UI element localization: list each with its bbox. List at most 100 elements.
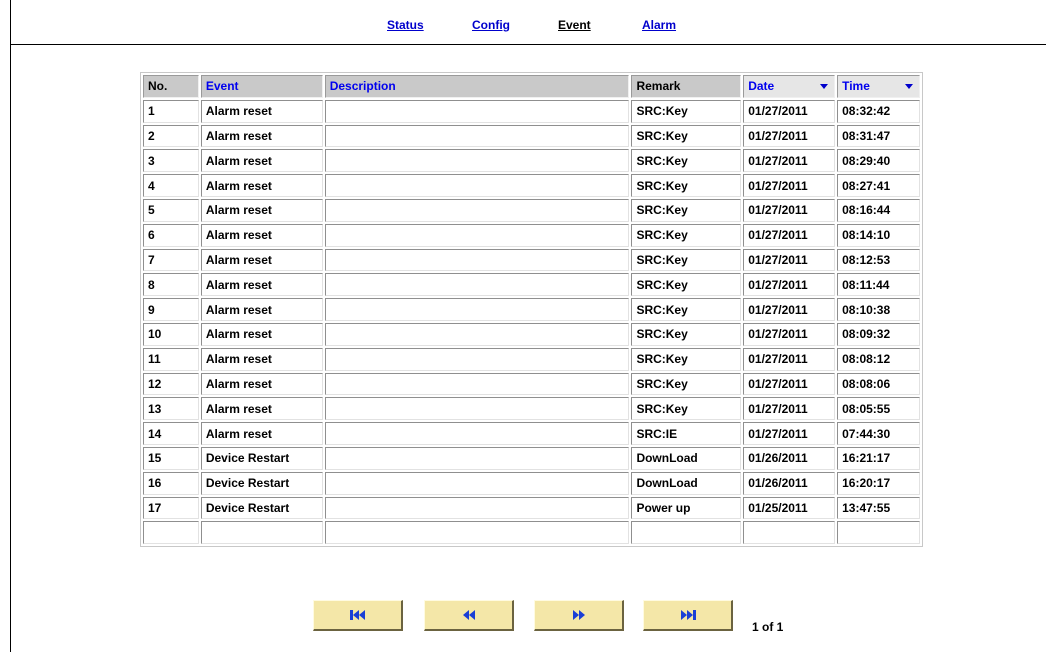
cell-time: 16:21:17 bbox=[837, 446, 920, 470]
cell-remark: SRC:Key bbox=[631, 99, 742, 123]
cell-remark: SRC:Key bbox=[631, 223, 742, 247]
cell-event: Alarm reset bbox=[200, 149, 323, 173]
column-header-event[interactable]: Event bbox=[200, 75, 323, 98]
column-header-date-label: Date bbox=[748, 79, 775, 94]
cell-remark: SRC:Key bbox=[631, 124, 742, 148]
table-row: 5 Alarm reset SRC:Key 01/27/2011 08:16:44 bbox=[143, 198, 920, 222]
cell-time: 08:12:53 bbox=[837, 248, 920, 272]
cell-time: 08:11:44 bbox=[837, 273, 920, 297]
table-row: 3 Alarm reset SRC:Key 01/27/2011 08:29:40 bbox=[143, 149, 920, 173]
cell-remark: SRC:Key bbox=[631, 174, 742, 197]
first-page-icon bbox=[349, 610, 365, 620]
cell-event: Device Restart bbox=[200, 496, 323, 520]
cell-no: 13 bbox=[143, 397, 199, 421]
previous-page-icon bbox=[462, 610, 475, 620]
cell-remark: SRC:Key bbox=[631, 248, 742, 272]
cell-date: 01/27/2011 bbox=[743, 223, 836, 247]
event-log-table: No. Event Description Remark Date Time 1… bbox=[140, 72, 923, 548]
cell-remark: SRC:Key bbox=[631, 372, 742, 396]
cell-no: 5 bbox=[143, 198, 199, 222]
cell-date: 01/27/2011 bbox=[743, 347, 836, 371]
cell-date: 01/27/2011 bbox=[743, 149, 836, 173]
cell-date: 01/27/2011 bbox=[743, 298, 836, 321]
cell-time: 16:20:17 bbox=[837, 471, 920, 495]
cell-time: 08:27:41 bbox=[837, 174, 920, 197]
last-page-icon bbox=[680, 610, 696, 620]
cell-date: 01/26/2011 bbox=[743, 446, 836, 470]
cell-no: 15 bbox=[143, 446, 199, 470]
column-header-description[interactable]: Description bbox=[324, 75, 630, 98]
cell-no: 14 bbox=[143, 422, 199, 445]
column-header-time[interactable]: Time bbox=[837, 75, 920, 98]
cell-time: 08:14:10 bbox=[837, 223, 920, 247]
cell-no: 17 bbox=[143, 496, 199, 520]
cell-no: 9 bbox=[143, 298, 199, 321]
cell-remark: SRC:Key bbox=[631, 198, 742, 222]
sort-down-icon[interactable] bbox=[905, 83, 913, 89]
cell-time: 13:47:55 bbox=[837, 496, 920, 520]
cell-event: Alarm reset bbox=[200, 298, 323, 321]
cell-description bbox=[324, 174, 630, 197]
cell-remark: SRC:Key bbox=[631, 149, 742, 173]
cell-event: Alarm reset bbox=[200, 223, 323, 247]
cell-date: 01/27/2011 bbox=[743, 248, 836, 272]
cell-date: 01/27/2011 bbox=[743, 397, 836, 421]
cell-time: 08:31:47 bbox=[837, 124, 920, 148]
table-row: 15 Device Restart DownLoad 01/26/2011 16:21:… bbox=[143, 446, 920, 470]
next-page-button[interactable] bbox=[534, 600, 624, 631]
cell-description bbox=[324, 322, 630, 346]
nav-link-config[interactable]: Config bbox=[472, 18, 510, 32]
cell-event: Device Restart bbox=[200, 446, 323, 470]
nav-link-event[interactable]: Event bbox=[558, 18, 591, 32]
cell-event: Device Restart bbox=[200, 471, 323, 495]
last-page-button[interactable] bbox=[643, 600, 733, 631]
sort-down-icon[interactable] bbox=[820, 83, 829, 89]
table-row: 14 Alarm reset SRC:IE 01/27/2011 07:44:30 bbox=[143, 422, 920, 445]
table-row: 16 Device Restart DownLoad 01/26/2011 16:20:… bbox=[143, 471, 920, 495]
cell-remark: SRC:Key bbox=[631, 347, 742, 371]
cell-remark: DownLoad bbox=[631, 471, 742, 495]
cell-date: 01/27/2011 bbox=[743, 273, 836, 297]
cell-date: 01/27/2011 bbox=[743, 174, 836, 197]
cell-event: Alarm reset bbox=[200, 174, 323, 197]
table-row: 2 Alarm reset SRC:Key 01/27/2011 08:31:47 bbox=[143, 124, 920, 148]
column-header-date[interactable]: Date bbox=[743, 75, 836, 98]
column-header-no: No. bbox=[143, 75, 199, 98]
table-row: 11 Alarm reset SRC:Key 01/27/2011 08:08:12 bbox=[143, 347, 920, 371]
cell-description bbox=[324, 99, 630, 123]
cell-event: Alarm reset bbox=[200, 124, 323, 148]
nav-link-alarm[interactable]: Alarm bbox=[642, 18, 676, 32]
table-row bbox=[143, 521, 920, 545]
cell-no: 12 bbox=[143, 372, 199, 396]
previous-page-button[interactable] bbox=[424, 600, 514, 631]
cell-date: 01/27/2011 bbox=[743, 198, 836, 222]
cell-date: 01/27/2011 bbox=[743, 372, 836, 396]
cell-time: 08:10:38 bbox=[837, 298, 920, 321]
nav-link-status[interactable]: Status bbox=[387, 18, 424, 32]
cell-description bbox=[324, 372, 630, 396]
cell-description bbox=[324, 347, 630, 371]
first-page-button[interactable] bbox=[313, 600, 403, 631]
table-row: 8 Alarm reset SRC:Key 01/27/2011 08:11:44 bbox=[143, 273, 920, 297]
cell-remark: SRC:Key bbox=[631, 322, 742, 346]
cell-event: Alarm reset bbox=[200, 322, 323, 346]
cell-remark: SRC:Key bbox=[631, 397, 742, 421]
cell-date: 01/27/2011 bbox=[743, 422, 836, 445]
table-row: 6 Alarm reset SRC:Key 01/27/2011 08:14:10 bbox=[143, 223, 920, 247]
cell-description bbox=[324, 471, 630, 495]
cell-no: 2 bbox=[143, 124, 199, 148]
cell-description bbox=[324, 124, 630, 148]
cell-description bbox=[324, 273, 630, 297]
cell-time: 08:08:06 bbox=[837, 372, 920, 396]
cell-description bbox=[324, 298, 630, 321]
cell-event: Alarm reset bbox=[200, 422, 323, 445]
table-row: 4 Alarm reset SRC:Key 01/27/2011 08:27:41 bbox=[143, 174, 920, 197]
cell-event: Alarm reset bbox=[200, 397, 323, 421]
top-navigation: Status Config Event Alarm bbox=[10, 0, 1046, 45]
cell-remark: SRC:Key bbox=[631, 298, 742, 321]
cell-time: 08:32:42 bbox=[837, 99, 920, 123]
cell-date: 01/26/2011 bbox=[743, 471, 836, 495]
cell-time: 08:16:44 bbox=[837, 198, 920, 222]
column-header-remark: Remark bbox=[631, 75, 742, 98]
cell-no bbox=[143, 521, 199, 545]
